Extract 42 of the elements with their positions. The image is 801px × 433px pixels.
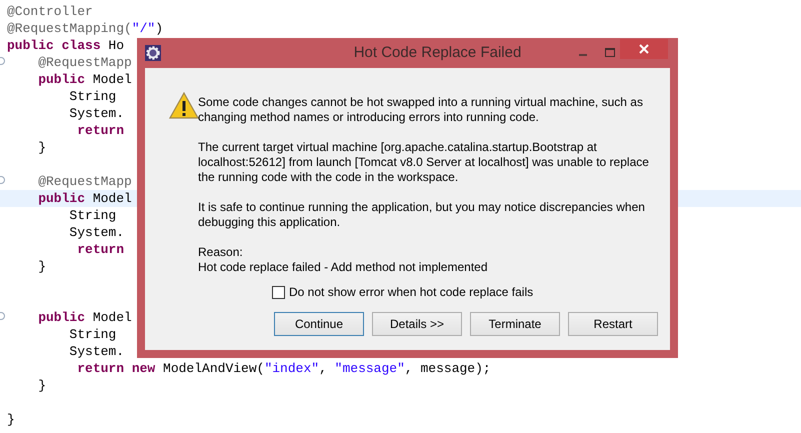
code-line: @RequestMapp (37, 172, 132, 191)
message-text: Some code changes cannot be hot swapped into a running virtual machine, such as changing method names or introducing errors into running code. (198, 95, 644, 125)
window-title: Hot Code Replace Failed (352, 42, 522, 63)
code-line: } (37, 258, 46, 276)
dialog-button[interactable]: Continue (274, 312, 364, 336)
code-line: @RequestMapping("/") (7, 20, 164, 38)
fold-icon[interactable] (0, 312, 6, 320)
code-line: } (37, 138, 46, 157)
close-icon (639, 44, 649, 54)
fold-icon[interactable] (0, 57, 6, 65)
code-line: System. (68, 342, 124, 361)
reason-label: Reason: (198, 245, 244, 260)
code-line: @Controller (7, 2, 93, 21)
close-button[interactable] (620, 39, 668, 59)
code-line: String (68, 88, 116, 106)
dialog-button[interactable]: Details >> (372, 312, 462, 336)
code-line: return (76, 240, 124, 259)
code-line: @RequestMapp (37, 54, 132, 72)
maximize-icon (605, 48, 615, 56)
dialog-button[interactable]: Restart (568, 312, 658, 336)
code-line: return new ModelAndView("index", "message", message); (76, 360, 491, 378)
code-line: public Model (37, 70, 132, 89)
dialog-button[interactable]: Terminate (470, 312, 560, 336)
code-line: String (68, 326, 116, 344)
code-line: public Model (37, 190, 132, 208)
gear-icon (145, 45, 161, 61)
code-line: } (7, 410, 15, 429)
code-line: System. (68, 224, 124, 242)
code-line: System. (68, 104, 124, 123)
reason-text: Hot code replace failed - Add method not implemented (198, 260, 489, 275)
checkbox[interactable] (272, 286, 285, 298)
code-line: return (76, 122, 124, 140)
fold-icon[interactable] (0, 176, 6, 184)
checkbox-label[interactable]: Do not show error when hot code replace fails (289, 283, 534, 301)
minimize-icon (579, 54, 587, 56)
message-text: The current target virtual machine [org.apache.catalina.startup.Bootstrap at localhost:52612] from launch [Tomcat v8.0 Server at localhost] was unable to replace the running code with the code in the workspace. (198, 140, 650, 185)
warning-icon (169, 92, 199, 120)
message-text: It is safe to continue running the application, but you may notice discrepancies when debugging this application. (198, 200, 646, 230)
code-line: public Model (37, 308, 132, 327)
code-line: String (68, 206, 116, 225)
code-line: public class Ho (7, 36, 124, 55)
code-line: } (37, 376, 46, 395)
